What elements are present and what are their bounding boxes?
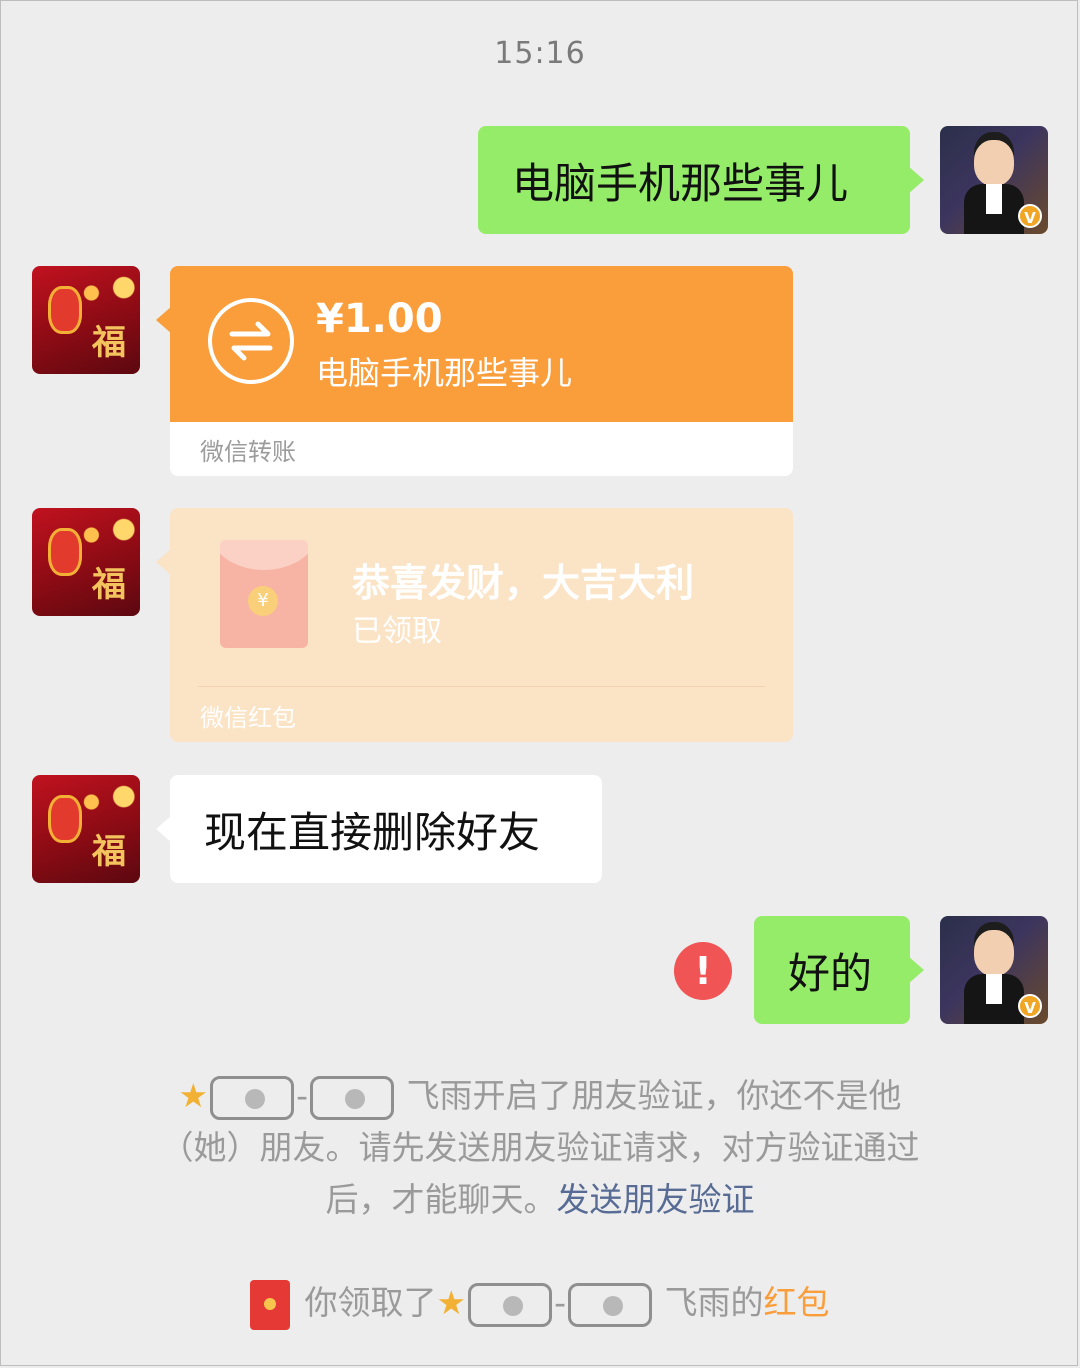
red-packet-link[interactable]: 红包 [764,1283,830,1322]
contact-avatar[interactable]: 福 [32,266,140,374]
red-packet-small-icon [250,1279,291,1330]
notice-text: 后，才能聊天。 [325,1180,557,1219]
avatar-head [974,930,1014,976]
fu-character-icon: 福 [92,565,126,605]
red-packet-label: 微信红包 [200,704,296,732]
send-verification-link[interactable]: 发送朋友验证 [557,1180,755,1219]
eye-icon [345,1088,365,1109]
red-packet-received-notice: 你领取了★ - 飞雨的红包 [0,1276,1080,1330]
contact-name: 飞雨的 [664,1283,764,1322]
message-bubble-contact[interactable]: 现在直接删除好友 [156,775,602,883]
notice-line-1: ★ - 飞雨开启了朋友验证，你还不是他 [120,1070,960,1122]
name-emoji-box [210,1075,295,1120]
lantern-icon [48,528,82,576]
verified-badge-icon: V [1018,204,1042,228]
verified-badge-icon: V [1018,994,1042,1018]
eye-icon [603,1295,623,1316]
notice-line-2: （她）朋友。请先发送朋友验证请求，对方验证通过 [160,1128,920,1167]
transfer-note: 电脑手机那些事儿 [316,354,573,392]
name-emoji-box [468,1282,553,1327]
avatar-shirt [986,974,1002,1004]
message-text: 电脑手机那些事儿 [512,158,849,208]
star-icon: ★ [178,1076,209,1115]
self-avatar[interactable]: V [940,916,1048,1024]
red-packet-flap [220,540,308,570]
eye-icon [503,1295,524,1316]
star-icon: ★ [436,1283,467,1322]
lantern-icon [48,286,82,334]
friend-verification-notice: ★ - 飞雨开启了朋友验证，你还不是他 （她）朋友。请先发送朋友验证请求，对方验证… [120,1070,960,1226]
fu-character-icon: 福 [92,832,126,872]
divider [198,686,765,687]
red-packet-status: 已领取 [352,614,442,649]
name-emoji-box [310,1075,394,1120]
notice-text: 开启了朋友验证，你还不是他 [472,1076,902,1115]
contact-name: 飞雨 [406,1076,473,1115]
red-packet-title: 恭喜发财，大吉大利 [352,561,695,605]
self-avatar[interactable]: V [940,126,1048,234]
yen-coin-icon: ¥ [248,586,278,616]
contact-avatar[interactable]: 福 [32,508,140,616]
red-packet-icon: ¥ [220,540,308,648]
transfer-amount: ¥1.00 [316,296,443,342]
lantern-icon [48,795,82,843]
message-bubble-self[interactable]: 好的 [754,916,924,1024]
transfer-card[interactable]: ¥1.00 电脑手机那些事儿 微信转账 [170,266,793,476]
notice-line-3: 后，才能聊天。发送朋友验证 [120,1174,960,1226]
message-bubble-self[interactable]: 电脑手机那些事儿 [478,126,924,234]
avatar-head [974,140,1014,186]
transfer-arrows-icon [208,298,294,384]
transfer-label: 微信转账 [200,438,296,466]
eye-icon [245,1088,266,1109]
name-emoji-box [568,1282,652,1327]
message-text: 现在直接删除好友 [204,807,541,857]
fu-character-icon: 福 [92,323,126,363]
message-text: 好的 [788,948,873,998]
timestamp: 15:16 [494,36,586,71]
avatar-shirt [986,184,1002,214]
contact-avatar[interactable]: 福 [32,775,140,883]
send-failed-icon[interactable]: ! [674,942,732,1000]
notice-text: 你领取了 [304,1283,437,1322]
red-packet-card[interactable]: ¥ 恭喜发财，大吉大利 已领取 微信红包 [170,508,793,742]
